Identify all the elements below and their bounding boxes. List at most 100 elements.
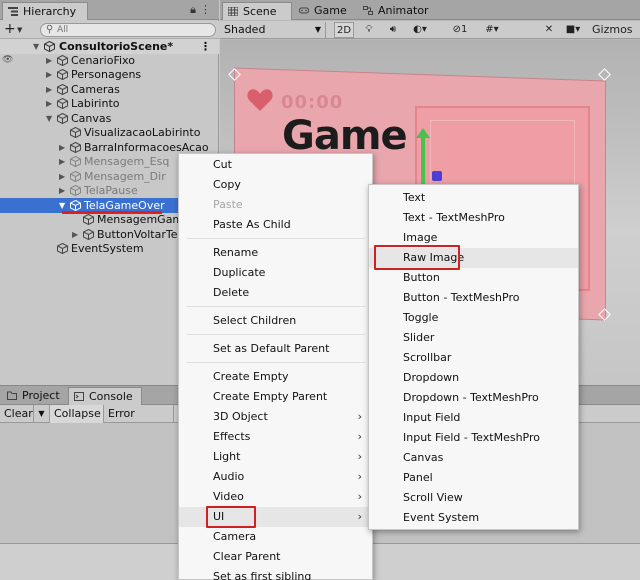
collapse-arrow-icon[interactable]: ▶ bbox=[46, 67, 52, 82]
collapse-arrow-icon[interactable]: ▶ bbox=[59, 154, 65, 169]
menu-item-camera[interactable]: Camera bbox=[179, 527, 372, 547]
collapse-arrow-icon[interactable]: ▶ bbox=[46, 82, 52, 97]
tree-row-label: EventSystem bbox=[71, 242, 144, 255]
menu-item-panel[interactable]: Panel bbox=[369, 468, 578, 488]
menu-item-video[interactable]: Video › bbox=[179, 487, 372, 507]
clear-button[interactable]: Clear bbox=[0, 405, 34, 423]
expand-arrow-icon[interactable]: ▼ bbox=[46, 111, 52, 126]
eye-slash-icon: ⊘ bbox=[452, 24, 461, 35]
tree-row-scene[interactable]: ▼ ConsultorioScene* ⋮ bbox=[0, 39, 219, 54]
menu-item-select-children[interactable]: Select Children bbox=[179, 311, 372, 331]
menu-item-button-textmeshpro[interactable]: Button - TextMeshPro bbox=[369, 288, 578, 308]
tree-row-visualizacaolabirinto[interactable]: VisualizacaoLabirinto bbox=[0, 125, 219, 140]
grid-toggle-icon[interactable]: #▾ bbox=[480, 22, 504, 38]
menu-item-event-system[interactable]: Event System bbox=[369, 508, 578, 528]
ui-submenu: Text Text - TextMeshPro Image Raw Image … bbox=[368, 184, 579, 530]
submenu-chevron-icon: › bbox=[357, 490, 362, 503]
menu-item-delete[interactable]: Delete bbox=[179, 283, 372, 303]
toggle-2d-button[interactable]: 2D bbox=[334, 22, 354, 38]
hierarchy-tabbar: Hierarchy 🔒︎⋮ bbox=[0, 0, 219, 20]
tab-scene[interactable]: Scene bbox=[222, 2, 292, 20]
scene-menu-icon[interactable]: ⋮ bbox=[200, 39, 211, 54]
tab-console[interactable]: Console bbox=[68, 387, 142, 405]
lock-icon[interactable]: 🔒︎ bbox=[190, 3, 200, 16]
collapse-toggle[interactable]: Collapse bbox=[50, 405, 104, 423]
search-input[interactable] bbox=[57, 24, 207, 36]
menu-item-clear-parent[interactable]: Clear Parent bbox=[179, 547, 372, 567]
menu-item-canvas[interactable]: Canvas bbox=[369, 448, 578, 468]
tab-project-label: Project bbox=[22, 389, 60, 402]
hidden-objects-toggle[interactable]: ⊘1 bbox=[448, 22, 472, 38]
tree-row-canvas[interactable]: ▼ Canvas bbox=[0, 111, 219, 126]
kebab-menu-icon[interactable]: ⋮ bbox=[200, 3, 215, 16]
rect-corner-handle[interactable] bbox=[598, 68, 611, 81]
game-controller-icon bbox=[299, 7, 309, 14]
tab-animator[interactable]: Animator bbox=[358, 2, 440, 20]
camera-settings-icon[interactable]: ■▾ bbox=[563, 22, 583, 38]
menu-item-label: Light bbox=[213, 450, 241, 463]
menu-item-scroll-view[interactable]: Scroll View bbox=[369, 488, 578, 508]
error-pause-toggle[interactable]: Error Pause bbox=[104, 405, 174, 437]
menu-item-label: 3D Object bbox=[213, 410, 268, 423]
add-dropdown-caret-icon[interactable]: ▼ bbox=[17, 26, 22, 34]
scene-toolbar: Shaded ▼ 2D 💡︎ 🔊︎ ◐▾ ⊘1 #▾ ✕ ■▾ Gizmos bbox=[220, 21, 640, 39]
menu-item-dropdown[interactable]: Dropdown bbox=[369, 368, 578, 388]
add-button[interactable]: + bbox=[4, 22, 16, 37]
tab-project[interactable]: Project bbox=[2, 387, 66, 405]
shading-mode-dropdown[interactable]: Shaded ▼ bbox=[222, 22, 326, 38]
collapse-arrow-icon[interactable]: ▶ bbox=[59, 183, 65, 198]
gizmos-dropdown[interactable]: Gizmos bbox=[592, 22, 638, 38]
hierarchy-context-menu: Cut Copy Paste Paste As Child Rename Dup… bbox=[178, 153, 373, 580]
menu-item-text[interactable]: Text bbox=[369, 188, 578, 208]
collapse-arrow-icon[interactable]: ▶ bbox=[59, 140, 65, 155]
tree-row-cameras[interactable]: ▶ Cameras bbox=[0, 82, 219, 97]
expand-arrow-icon[interactable]: ▼ bbox=[33, 39, 39, 54]
menu-item-set-first-sibling[interactable]: Set as first sibling bbox=[179, 567, 372, 580]
menu-item-button[interactable]: Button bbox=[369, 268, 578, 288]
menu-item-create-empty-parent[interactable]: Create Empty Parent bbox=[179, 387, 372, 407]
collapse-arrow-icon[interactable]: ▶ bbox=[46, 96, 52, 111]
menu-item-text-textmeshpro[interactable]: Text - TextMeshPro bbox=[369, 208, 578, 228]
menu-item-create-empty[interactable]: Create Empty bbox=[179, 367, 372, 387]
menu-item-set-default-parent[interactable]: Set as Default Parent bbox=[179, 339, 372, 359]
tree-row-cenariofixo[interactable]: ▶ CenarioFixo bbox=[0, 53, 219, 68]
menu-item-label: Effects bbox=[213, 430, 251, 443]
move-gizmo-center-handle[interactable] bbox=[432, 171, 442, 181]
search-icon: ⚲ bbox=[46, 24, 54, 35]
tab-hierarchy-label: Hierarchy bbox=[23, 5, 77, 18]
collapse-arrow-icon[interactable]: ▶ bbox=[46, 53, 52, 68]
tab-game-label: Game bbox=[314, 4, 347, 17]
gameobject-cube-icon bbox=[83, 214, 94, 225]
collapse-arrow-icon[interactable]: ▶ bbox=[72, 227, 78, 242]
gameobject-cube-icon bbox=[57, 243, 68, 254]
menu-item-copy[interactable]: Copy bbox=[179, 175, 372, 195]
menu-item-duplicate[interactable]: Duplicate bbox=[179, 263, 372, 283]
lighting-toggle-icon[interactable]: 💡︎ bbox=[362, 22, 376, 38]
menu-item-toggle[interactable]: Toggle bbox=[369, 308, 578, 328]
tab-hierarchy[interactable]: Hierarchy bbox=[2, 2, 88, 20]
menu-separator bbox=[187, 334, 365, 335]
hierarchy-search[interactable]: ⚲ bbox=[40, 23, 216, 37]
menu-item-3d-object[interactable]: 3D Object › bbox=[179, 407, 372, 427]
menu-item-effects[interactable]: Effects › bbox=[179, 427, 372, 447]
menu-item-rename[interactable]: Rename bbox=[179, 243, 372, 263]
menu-item-light[interactable]: Light › bbox=[179, 447, 372, 467]
menu-item-paste: Paste bbox=[213, 198, 243, 211]
menu-item-slider[interactable]: Slider bbox=[369, 328, 578, 348]
hierarchy-toolbar: + ▼ ⚲ bbox=[0, 21, 219, 39]
effects-toggle-icon[interactable]: ◐▾ bbox=[410, 22, 430, 38]
menu-item-cut[interactable]: Cut bbox=[179, 155, 372, 175]
collapse-arrow-icon[interactable]: ▶ bbox=[59, 169, 65, 184]
menu-item-paste-as-child[interactable]: Paste As Child bbox=[179, 215, 372, 235]
audio-toggle-icon[interactable]: 🔊︎ bbox=[386, 22, 400, 38]
tools-icon[interactable]: ✕ bbox=[542, 22, 556, 38]
menu-item-input-field[interactable]: Input Field bbox=[369, 408, 578, 428]
menu-item-dropdown-textmeshpro[interactable]: Dropdown - TextMeshPro bbox=[369, 388, 578, 408]
tree-row-labirinto[interactable]: ▶ Labirinto bbox=[0, 96, 219, 111]
clear-options-chevron-icon[interactable]: ▼ bbox=[34, 405, 50, 423]
menu-item-scrollbar[interactable]: Scrollbar bbox=[369, 348, 578, 368]
menu-item-audio[interactable]: Audio › bbox=[179, 467, 372, 487]
menu-item-input-field-textmeshpro[interactable]: Input Field - TextMeshPro bbox=[369, 428, 578, 448]
tree-row-personagens[interactable]: ▶ Personagens bbox=[0, 67, 219, 82]
tab-game[interactable]: Game bbox=[294, 2, 356, 20]
